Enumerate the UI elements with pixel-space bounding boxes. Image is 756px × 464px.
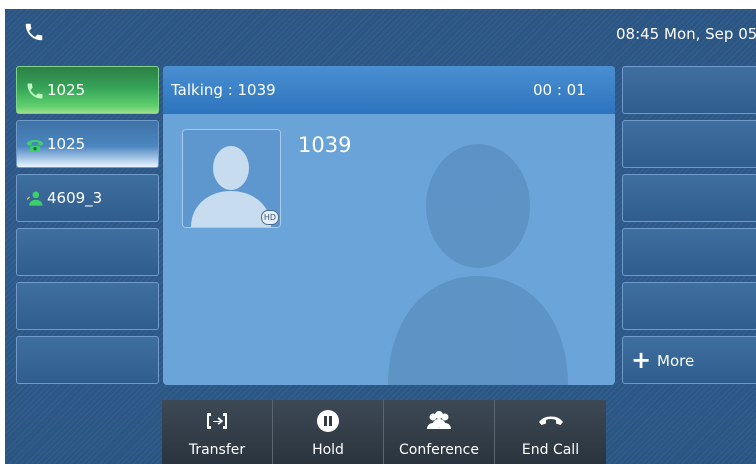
call-timer: 00 : 01 xyxy=(533,81,586,99)
more-label: More xyxy=(657,352,695,370)
held-phone-icon xyxy=(26,140,44,152)
call-status: Talking : 1039 xyxy=(171,81,276,99)
dss-key-4[interactable] xyxy=(622,228,756,276)
phone-handset-icon xyxy=(27,83,43,99)
active-call-panel: Talking : 1039 00 : 01 HD 1039 xyxy=(163,66,615,385)
hd-icon: HD xyxy=(261,210,279,225)
line-keys: 1025 1025 4609_3 xyxy=(16,66,159,390)
conference-button[interactable]: Conference xyxy=(384,400,495,464)
line-key-4[interactable] xyxy=(16,228,159,276)
end-call-icon xyxy=(538,416,563,425)
hold-label: Hold xyxy=(312,442,344,458)
call-header: Talking : 1039 00 : 01 xyxy=(163,66,615,114)
hold-button[interactable]: Hold xyxy=(273,400,384,464)
line-key-6[interactable] xyxy=(16,336,159,384)
end-call-label: End Call xyxy=(521,442,580,458)
plus-icon: + xyxy=(631,346,652,374)
more-button[interactable]: + More xyxy=(622,336,756,384)
dss-key-2[interactable] xyxy=(622,120,756,168)
line-key-5[interactable] xyxy=(16,282,159,330)
conference-icon xyxy=(427,411,451,429)
line-key-label: 1025 xyxy=(47,135,86,153)
contact-number: 1039 xyxy=(298,133,352,157)
phone-icon xyxy=(25,23,43,41)
dss-key-1[interactable] xyxy=(622,66,756,114)
end-call-button[interactable]: End Call xyxy=(495,400,606,464)
line-key-label: 1025 xyxy=(47,81,86,99)
pause-icon xyxy=(317,410,339,432)
clock: 08:45 Mon, Sep 05 xyxy=(616,25,756,43)
transfer-label: Transfer xyxy=(188,442,246,458)
line-key-1[interactable]: 1025 xyxy=(16,66,159,114)
background-silhouette xyxy=(388,144,568,385)
status-bar: 08:45 Mon, Sep 05 xyxy=(5,9,756,61)
transfer-button[interactable]: Transfer xyxy=(162,400,273,464)
conference-label: Conference xyxy=(398,442,479,458)
dss-keys: + More xyxy=(622,66,756,390)
dss-key-3[interactable] xyxy=(622,174,756,222)
line-key-label: 4609_3 xyxy=(47,189,103,207)
line-key-2[interactable]: 1025 xyxy=(16,120,159,168)
contact-avatar: HD xyxy=(182,129,281,228)
softkey-bar: Transfer Hold Conference End Call xyxy=(162,400,616,464)
transfer-icon xyxy=(207,413,227,429)
line-key-3[interactable]: 4609_3 xyxy=(16,174,159,222)
phone-screen: 08:45 Mon, Sep 05 1025 1025 4609_3 Talki… xyxy=(5,9,756,464)
dss-key-5[interactable] xyxy=(622,282,756,330)
contact-icon xyxy=(26,191,43,206)
